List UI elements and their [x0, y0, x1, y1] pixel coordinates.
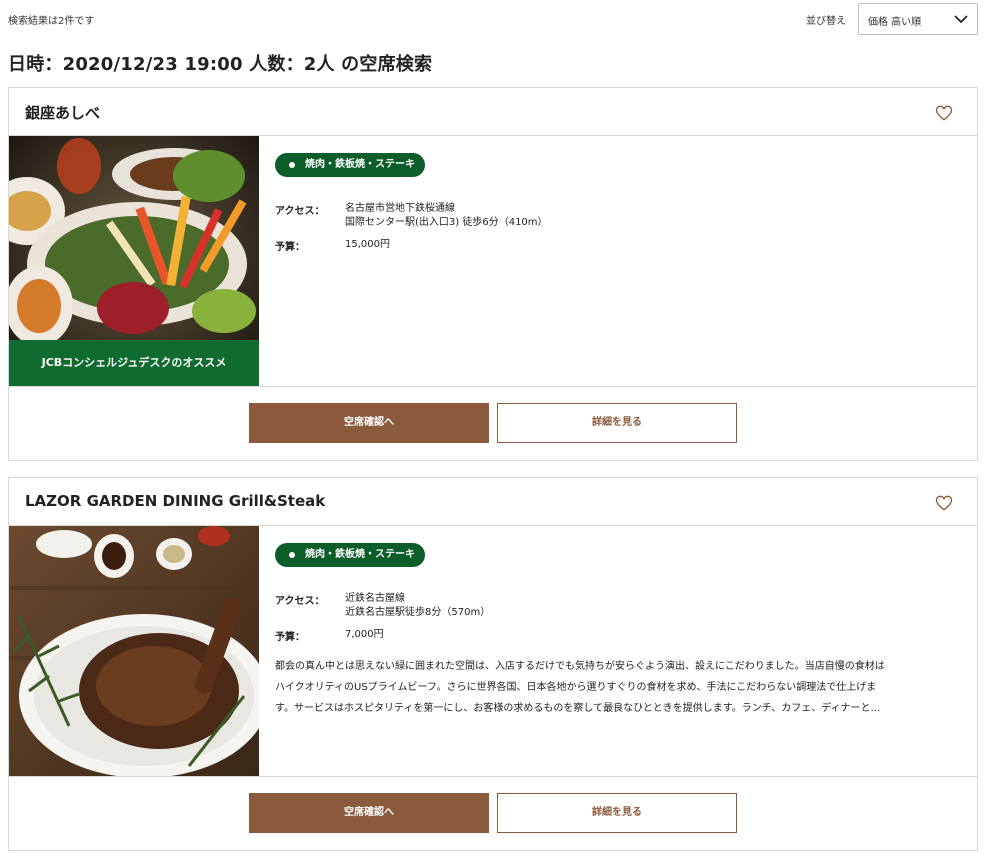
heart-outline-icon[interactable]: [935, 105, 953, 121]
sort-select-value: 価格 高い順: [868, 17, 922, 28]
steak-photo-image: [9, 526, 259, 776]
access-label: アクセス：: [275, 206, 325, 217]
page-title: 日時：2020/12/23 19:00 人数：2人 の空席検索: [8, 54, 433, 75]
view-details-button[interactable]: 詳細を見る: [497, 403, 737, 443]
access-line-2: 国際センター駅(出入口3) 徒歩6分（410m）: [345, 217, 548, 228]
restaurant-card: 銀座あしべ JCBコンシェルジュデスクのオススメ 焼肉・鉄板焼・ステーキ アクセ…: [8, 87, 978, 461]
result-count: 検索結果は2件です: [8, 16, 95, 27]
budget-value: 7,000円: [345, 629, 384, 640]
restaurant-info: 焼肉・鉄板焼・ステーキ アクセス： 名古屋市営地下鉄桜通線 国際センター駅(出入…: [275, 152, 975, 253]
budget-value: 15,000円: [345, 239, 390, 250]
access-line-1: 近鉄名古屋線: [345, 593, 405, 604]
restaurant-name[interactable]: 銀座あしべ: [25, 102, 100, 123]
budget-label: 予算：: [275, 242, 305, 253]
restaurant-card-header: LAZOR GARDEN DINING Grill&Steak: [9, 478, 977, 526]
sort-select[interactable]: 価格 高い順: [858, 3, 978, 35]
card-actions: 空席確認へ 詳細を見る: [9, 776, 977, 850]
access-label: アクセス：: [275, 596, 325, 607]
check-availability-button[interactable]: 空席確認へ: [249, 793, 489, 833]
access-line-1: 名古屋市営地下鉄桜通線: [345, 203, 455, 214]
restaurant-photo[interactable]: JCBコンシェルジュデスクのオススメ: [9, 136, 259, 386]
restaurant-description: 都会の真ん中とは思えない緑に囲まれた空間は、入店するだけでも気持ちが安らぐよう演…: [275, 656, 965, 719]
description-line: ハイクオリティのUSプライムビーフ。さらに世界各国、日本各地から選りすぐりの食材…: [275, 682, 877, 693]
access-line-2: 近鉄名古屋駅徒歩8分（570m）: [345, 607, 491, 618]
heart-outline-icon[interactable]: [935, 495, 953, 511]
restaurant-card: LAZOR GARDEN DINING Grill&Steak 焼肉・鉄板焼・ス…: [8, 477, 978, 851]
card-actions: 空席確認へ 詳細を見る: [9, 386, 977, 460]
restaurant-name[interactable]: LAZOR GARDEN DINING Grill&Steak: [25, 492, 325, 510]
recommendation-band: JCBコンシェルジュデスクのオススメ: [9, 340, 259, 386]
check-availability-button[interactable]: 空席確認へ: [249, 403, 489, 443]
genre-badge: 焼肉・鉄板焼・ステーキ: [275, 543, 425, 567]
restaurant-photo[interactable]: [9, 526, 259, 776]
description-line: す。サービスはホスピタリティを第一にし、お客様の求めるものを察して最良なひととき…: [275, 703, 881, 714]
sort-label: 並び替え: [806, 16, 846, 27]
view-details-button[interactable]: 詳細を見る: [497, 793, 737, 833]
chevron-down-icon: [954, 15, 968, 24]
genre-badge: 焼肉・鉄板焼・ステーキ: [275, 153, 425, 177]
restaurant-info: 焼肉・鉄板焼・ステーキ アクセス： 近鉄名古屋線 近鉄名古屋駅徒歩8分（570m…: [275, 542, 975, 714]
description-line: 都会の真ん中とは思えない緑に囲まれた空間は、入店するだけでも気持ちが安らぐよう演…: [275, 661, 885, 672]
budget-label: 予算：: [275, 632, 305, 643]
restaurant-card-header: 銀座あしべ: [9, 88, 977, 136]
